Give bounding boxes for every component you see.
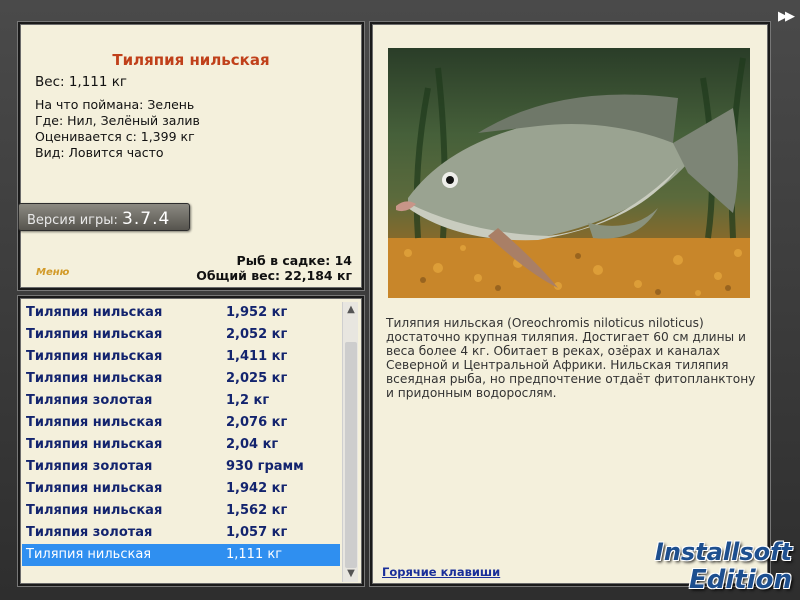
fish-weight: Вес: 1,111 кг (35, 74, 128, 90)
list-scrollbar[interactable]: ▲ ▼ (342, 302, 358, 582)
catch-fish-weight: 1,411 кг (226, 349, 288, 364)
catch-fish-weight: 1,2 кг (226, 393, 270, 408)
catch-list-row[interactable]: Тиляпия нильская 2,076 кг (22, 412, 340, 434)
catch-fish-name: Тиляпия нильская (26, 305, 163, 320)
catch-list-row[interactable]: Тиляпия золотая 930 грамм (22, 456, 340, 478)
menu-button[interactable]: Меню (36, 267, 69, 278)
catch-list-row[interactable]: Тиляпия нильская 1,942 кг (22, 478, 340, 500)
species-frequency: Вид: Ловится часто (35, 145, 164, 160)
catch-list-row[interactable]: Тиляпия золотая 1,2 кг (22, 390, 340, 412)
catch-fish-weight: 1,111 кг (226, 547, 283, 562)
catch-fish-name: Тиляпия золотая (26, 393, 153, 408)
catch-list[interactable]: Тиляпия нильская 1,952 кг Тиляпия нильская… (22, 302, 340, 566)
fish-title: Тиляпия нильская (112, 51, 270, 69)
catch-fish-name: Тиляпия золотая (26, 459, 153, 474)
catch-fish-name: Тиляпия нильская (26, 327, 163, 342)
catch-fish-name: Тиляпия нильская (26, 437, 163, 452)
double-arrow-icon: ▶▶ (778, 9, 795, 24)
scored-from: Оценивается с: 1,399 кг (35, 129, 195, 144)
catch-fish-weight: 1,057 кг (226, 525, 288, 540)
catch-fish-name: Тиляпия нильская (26, 371, 163, 386)
catch-list-row[interactable]: Тиляпия нильская 2,025 кг (22, 368, 340, 390)
caught-with: На что поймана: Зелень (35, 97, 195, 112)
catch-fish-weight: 2,025 кг (226, 371, 288, 386)
chevron-up-icon[interactable]: ▲ (343, 302, 359, 318)
catch-fish-name: Тиляпия нильская (26, 503, 163, 518)
watermark-line2: Edition (689, 565, 792, 595)
caught-where: Где: Нил, Зелёный залив (35, 113, 200, 128)
catch-list-row[interactable]: Тиляпия нильская 1,111 кг (22, 544, 340, 566)
catch-list-row[interactable]: Тиляпия нильская 1,411 кг (22, 346, 340, 368)
game-window: ▶▶ Тиляпия нильская Вес: 1,111 кг На что… (0, 0, 800, 600)
catch-list-row[interactable]: Тиляпия нильская 1,952 кг (22, 302, 340, 324)
scrollbar-thumb[interactable] (345, 342, 357, 568)
catch-list-row[interactable]: Тиляпия золотая 1,057 кг (22, 522, 340, 544)
catch-fish-weight: 2,076 кг (226, 415, 288, 430)
catch-fish-name: Тиляпия золотая (26, 525, 153, 540)
chevron-down-icon[interactable]: ▼ (343, 566, 359, 582)
version-label: Версия игры: (27, 213, 118, 228)
catch-fish-weight: 1,562 кг (226, 503, 288, 518)
description-panel: Тиляпия нильская (Oreochromis niloticus … (370, 22, 770, 586)
catch-fish-name: Тиляпия нильская (26, 415, 163, 430)
catch-fish-weight: 1,952 кг (226, 305, 288, 320)
fish-info-panel: Тиляпия нильская Вес: 1,111 кг На что по… (18, 22, 364, 290)
catch-fish-name: Тиляпия нильская (26, 481, 163, 496)
hotkeys-link[interactable]: Горячие клавиши (382, 565, 500, 579)
installsoft-watermark-logo: Installsoft Edition (655, 538, 792, 594)
watermark-line1: Installsoft (654, 538, 792, 566)
catch-fish-weight: 930 грамм (226, 459, 304, 474)
skip-button[interactable]: ▶▶ (778, 9, 795, 24)
catch-fish-weight: 1,942 кг (226, 481, 288, 496)
fish-count: Рыб в садке: 14 (236, 253, 352, 268)
version-badge: Версия игры: 3.7.4 (18, 203, 190, 231)
version-number: 3.7.4 (122, 209, 171, 229)
fish-photo (388, 48, 750, 298)
catch-list-row[interactable]: Тиляпия нильская 2,04 кг (22, 434, 340, 456)
catch-fish-weight: 2,04 кг (226, 437, 279, 452)
total-weight: Общий вес: 22,184 кг (196, 268, 352, 283)
catch-fish-weight: 2,052 кг (226, 327, 288, 342)
catch-list-row[interactable]: Тиляпия нильская 1,562 кг (22, 500, 340, 522)
catch-fish-name: Тиляпия нильская (26, 349, 163, 364)
catch-list-panel: Тиляпия нильская 1,952 кг Тиляпия нильская… (18, 296, 364, 586)
catch-fish-name: Тиляпия нильская (26, 547, 152, 562)
catch-list-row[interactable]: Тиляпия нильская 2,052 кг (22, 324, 340, 346)
fish-description: Тиляпия нильская (Oreochromis niloticus … (386, 316, 756, 400)
